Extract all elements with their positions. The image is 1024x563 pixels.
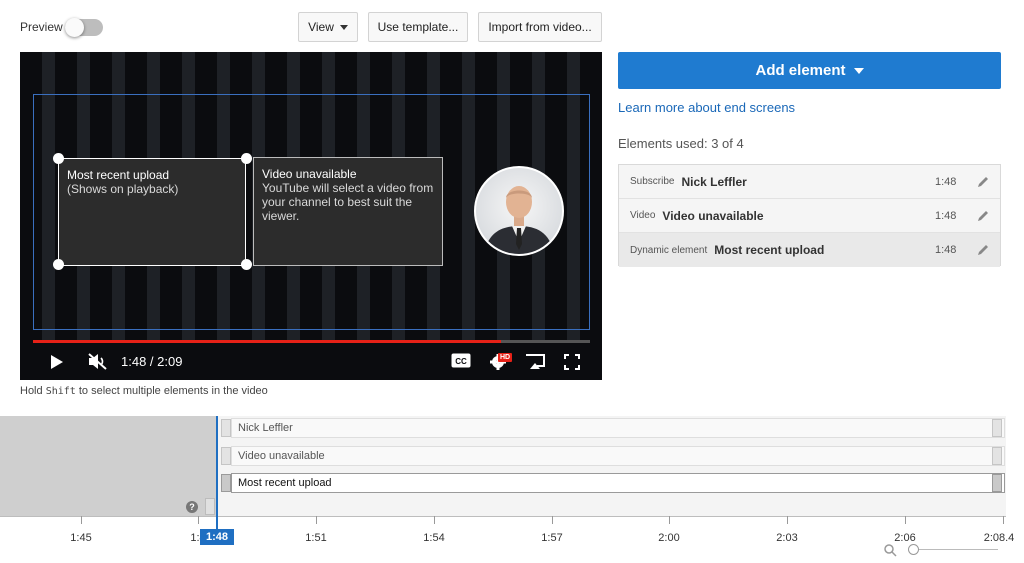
hint-suffix: to select multiple elements in the video bbox=[78, 385, 268, 397]
pencil-edit-icon[interactable] bbox=[976, 209, 990, 223]
track-start-handle[interactable] bbox=[221, 447, 231, 465]
element-time: 1:48 bbox=[935, 175, 957, 188]
resize-handle-bottom-right[interactable] bbox=[241, 259, 252, 270]
captions-icon[interactable]: CC bbox=[451, 353, 471, 368]
element-subtitle: (Shows on playback) bbox=[67, 182, 179, 196]
timeline-track-dynamic[interactable]: Most recent upload bbox=[231, 473, 1005, 493]
view-button[interactable]: View bbox=[298, 12, 358, 42]
element-row-dynamic[interactable]: Dynamic element Most recent upload 1:48 bbox=[619, 233, 1000, 267]
zoom-search-icon bbox=[884, 544, 897, 557]
ruler-tick-label: 2:03 bbox=[776, 532, 798, 544]
timeline-track-video[interactable]: Video unavailable bbox=[231, 446, 1005, 466]
timeline-track-subscribe[interactable]: Nick Leffler bbox=[231, 418, 1005, 438]
track-label: Video unavailable bbox=[238, 450, 325, 462]
timeline-scroll-handle[interactable] bbox=[205, 498, 215, 515]
element-time: 1:48 bbox=[935, 209, 957, 222]
ruler-tick-label: 1:45 bbox=[70, 532, 92, 544]
person-avatar-image bbox=[484, 186, 554, 254]
cast-icon[interactable] bbox=[524, 353, 546, 370]
track-start-handle[interactable] bbox=[221, 474, 231, 492]
pencil-edit-icon[interactable] bbox=[976, 175, 990, 189]
use-template-button[interactable]: Use template... bbox=[368, 12, 468, 42]
svg-text:CC: CC bbox=[455, 357, 467, 366]
playhead[interactable] bbox=[216, 416, 218, 530]
fullscreen-icon[interactable] bbox=[564, 354, 580, 370]
track-end-handle[interactable] bbox=[992, 419, 1002, 437]
ruler-tick bbox=[434, 516, 435, 524]
ruler-tick bbox=[316, 516, 317, 524]
pencil-edit-icon[interactable] bbox=[976, 243, 990, 257]
element-type: Dynamic element bbox=[630, 244, 708, 256]
video-player[interactable]: Most recent upload (Shows on playback) V… bbox=[20, 52, 602, 380]
elements-used-count: Elements used: 3 of 4 bbox=[618, 136, 744, 151]
ruler-tick-label: 2:00 bbox=[658, 532, 680, 544]
ruler-tick bbox=[1003, 516, 1004, 524]
resize-handle-top-left[interactable] bbox=[53, 153, 64, 164]
playhead-time-label[interactable]: 1:48 bbox=[200, 529, 234, 545]
element-row-video[interactable]: Video Video unavailable 1:48 bbox=[619, 199, 1000, 233]
element-row-subscribe[interactable]: Subscribe Nick Leffler 1:48 bbox=[619, 165, 1000, 199]
ruler-tick bbox=[552, 516, 553, 524]
play-icon[interactable] bbox=[50, 354, 64, 370]
ruler-tick-label: 2:06 bbox=[894, 532, 916, 544]
ruler-tick bbox=[669, 516, 670, 524]
element-name: Video unavailable bbox=[662, 208, 764, 223]
timeline-inactive-region bbox=[0, 416, 217, 516]
element-name: Nick Leffler bbox=[681, 174, 747, 189]
multi-select-hint: Hold Shift to select multiple elements i… bbox=[20, 385, 268, 397]
time-readout: 1:48 / 2:09 bbox=[121, 354, 183, 369]
ruler-tick bbox=[787, 516, 788, 524]
element-subtitle: YouTube will select a video from your ch… bbox=[262, 181, 434, 223]
learn-more-link[interactable]: Learn more about end screens bbox=[618, 100, 795, 115]
chevron-down-icon bbox=[339, 24, 348, 30]
element-name: Most recent upload bbox=[714, 243, 825, 257]
time-ruler bbox=[0, 516, 1006, 517]
end-screen-element-most-recent[interactable]: Most recent upload (Shows on playback) bbox=[58, 158, 246, 266]
help-icon[interactable]: ? bbox=[186, 501, 198, 513]
hint-key: Shift bbox=[45, 386, 76, 397]
hd-badge: HD bbox=[498, 353, 512, 362]
preview-toggle[interactable] bbox=[65, 18, 103, 37]
view-button-label: View bbox=[308, 20, 334, 34]
element-type: Subscribe bbox=[630, 176, 675, 187]
subscribe-avatar[interactable] bbox=[474, 166, 564, 256]
ruler-tick bbox=[198, 516, 199, 524]
zoom-slider-handle[interactable] bbox=[908, 544, 919, 555]
element-type: Video bbox=[630, 210, 656, 221]
add-element-button[interactable]: Add element bbox=[618, 52, 1001, 89]
track-end-handle[interactable] bbox=[992, 447, 1002, 465]
add-element-label: Add element bbox=[755, 62, 846, 79]
element-list: Subscribe Nick Leffler 1:48 Video Video … bbox=[618, 164, 1001, 267]
zoom-slider-track[interactable] bbox=[912, 549, 998, 550]
end-screen-element-video[interactable]: Video unavailable YouTube will select a … bbox=[253, 157, 443, 266]
import-from-video-button[interactable]: Import from video... bbox=[478, 12, 602, 42]
ruler-tick bbox=[81, 516, 82, 524]
ruler-tick-label: 1:54 bbox=[423, 532, 445, 544]
ruler-tick-label: 1:51 bbox=[305, 532, 327, 544]
element-title: Most recent upload bbox=[67, 168, 170, 182]
track-start-handle[interactable] bbox=[221, 419, 231, 437]
ruler-tick-label: 1:57 bbox=[541, 532, 563, 544]
hint-prefix: Hold bbox=[20, 385, 43, 397]
ruler-tick-label: 2:08.4 bbox=[983, 532, 1015, 544]
track-end-handle[interactable] bbox=[992, 474, 1002, 492]
toggle-knob bbox=[65, 18, 84, 37]
resize-handle-bottom-left[interactable] bbox=[53, 259, 64, 270]
element-title: Video unavailable bbox=[262, 167, 357, 181]
progress-fill bbox=[33, 340, 501, 343]
track-label: Most recent upload bbox=[238, 477, 332, 489]
preview-label: Preview bbox=[20, 20, 63, 34]
resize-handle-top-right[interactable] bbox=[241, 153, 252, 164]
element-time: 1:48 bbox=[935, 244, 957, 256]
volume-muted-icon[interactable] bbox=[87, 352, 109, 371]
chevron-down-icon bbox=[853, 67, 864, 74]
ruler-tick bbox=[905, 516, 906, 524]
track-label: Nick Leffler bbox=[238, 422, 293, 434]
